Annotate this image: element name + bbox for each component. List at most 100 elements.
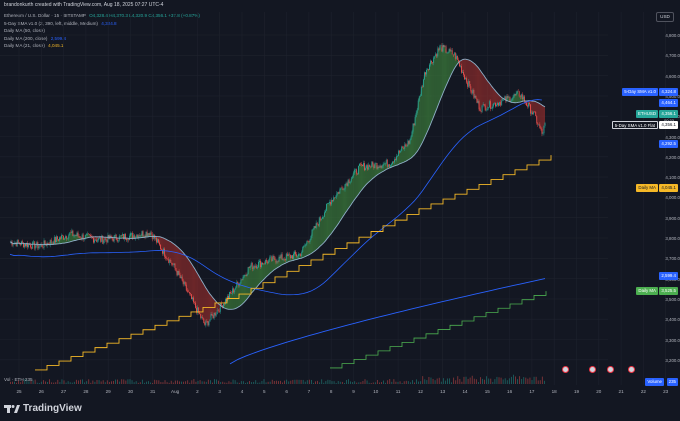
volume-bar: [477, 382, 479, 384]
time-axis-label: 17: [529, 389, 535, 394]
candle-body: [216, 310, 218, 315]
volume-bar: [218, 380, 220, 384]
economic-event-icon[interactable]: [589, 366, 596, 373]
candle-body: [291, 255, 292, 259]
volume-bar: [20, 382, 22, 384]
candle-body: [192, 297, 193, 300]
candle-body: [367, 165, 369, 170]
candle-body: [366, 165, 368, 168]
volume-bar: [170, 380, 172, 384]
volume-bar: [88, 379, 90, 384]
time-axis-label: 8: [329, 389, 333, 394]
volume-indicator-label[interactable]: Vol · ETH 235: [4, 377, 33, 382]
price-chart-canvas[interactable]: [0, 0, 680, 421]
sma-cloud-up-segment: [433, 56, 435, 117]
candle-body: [395, 159, 396, 160]
sma-cloud-down-segment: [474, 64, 476, 99]
candle-body: [484, 105, 486, 111]
candle-body: [219, 302, 221, 312]
volume-bar: [271, 379, 273, 384]
time-axis-label: 30: [127, 389, 134, 394]
sma-cloud-up-segment: [449, 48, 451, 80]
candle-body: [417, 100, 419, 110]
volume-bar: [45, 381, 46, 384]
candle-body: [212, 315, 214, 319]
candle-body: [309, 239, 311, 242]
volume-bar: [430, 377, 432, 384]
sma-cloud-up-segment: [405, 145, 407, 162]
candle-body: [508, 96, 510, 98]
candle-body: [543, 125, 545, 134]
candle-body: [433, 57, 435, 63]
volume-bar: [108, 382, 110, 384]
candle-body: [544, 123, 546, 126]
candle-body: [177, 270, 179, 276]
candle-body: [57, 236, 58, 240]
candle-body: [454, 52, 456, 59]
volume-bar: [486, 376, 488, 384]
economic-event-icon[interactable]: [562, 366, 569, 373]
volume-bar: [42, 380, 44, 384]
volume-bar: [187, 380, 189, 384]
candle-body: [388, 164, 390, 167]
volume-bar: [498, 377, 500, 384]
candle-body: [279, 256, 281, 258]
volume-bar: [111, 381, 112, 384]
sma-cloud-up-segment: [317, 224, 319, 250]
sma-cloud-up-segment: [443, 46, 446, 91]
candle-body: [300, 253, 302, 257]
candle-body: [139, 235, 141, 237]
volume-bar: [203, 381, 205, 384]
sma-cloud-down-segment: [191, 263, 193, 300]
candle-body: [150, 232, 152, 235]
candle-body: [142, 231, 144, 237]
volume-bar: [341, 381, 343, 384]
sma-cloud-up-segment: [262, 263, 264, 281]
sma-cloud-up-segment: [245, 274, 247, 302]
candle-body: [271, 256, 273, 261]
volume-bar: [174, 380, 176, 384]
volume-bar: [300, 379, 302, 384]
volume-bar: [449, 378, 450, 384]
candle-body: [215, 314, 217, 316]
candle-body: [53, 236, 55, 245]
candle-body: [313, 225, 315, 230]
candle-body: [473, 89, 475, 98]
volume-bar: [298, 379, 300, 384]
volume-bar: [242, 381, 244, 384]
candle-body: [98, 238, 100, 241]
candle-body: [471, 91, 473, 94]
candle-body: [434, 56, 436, 58]
volume-bar: [447, 378, 448, 384]
volume-bar: [224, 382, 226, 384]
candle-body: [470, 86, 472, 92]
volume-bar: [331, 381, 333, 384]
volume-bar: [517, 379, 518, 384]
volume-bar: [496, 376, 498, 384]
currency-selector[interactable]: USD: [656, 12, 674, 22]
candle-body: [451, 50, 453, 55]
candle-body: [302, 246, 304, 253]
economic-event-icon[interactable]: [628, 366, 635, 373]
candle-body: [540, 128, 542, 129]
sma-cloud-down-segment: [487, 80, 489, 109]
volume-bar: [473, 378, 475, 384]
candle-body: [273, 256, 275, 258]
price-axis-label: 3,200.0: [665, 357, 680, 363]
time-axis-label: 26: [38, 389, 44, 394]
candle-body: [428, 69, 429, 70]
sma-cloud-down-segment: [476, 66, 478, 103]
candle-body: [382, 163, 384, 166]
candle-body: [380, 165, 382, 168]
volume-bar: [508, 378, 510, 384]
volume-bar: [265, 382, 267, 384]
price-axis-label: 3,300.0: [665, 337, 680, 343]
chart-frame[interactable]: brandonkurth created with TradingView.co…: [0, 0, 680, 421]
candle-body: [69, 232, 71, 236]
candle-body: [259, 260, 260, 262]
volume-bar: [362, 380, 364, 384]
economic-event-icon[interactable]: [607, 366, 614, 373]
volume-bar: [228, 381, 230, 384]
candle-body: [145, 231, 147, 237]
candle-body: [387, 164, 389, 167]
